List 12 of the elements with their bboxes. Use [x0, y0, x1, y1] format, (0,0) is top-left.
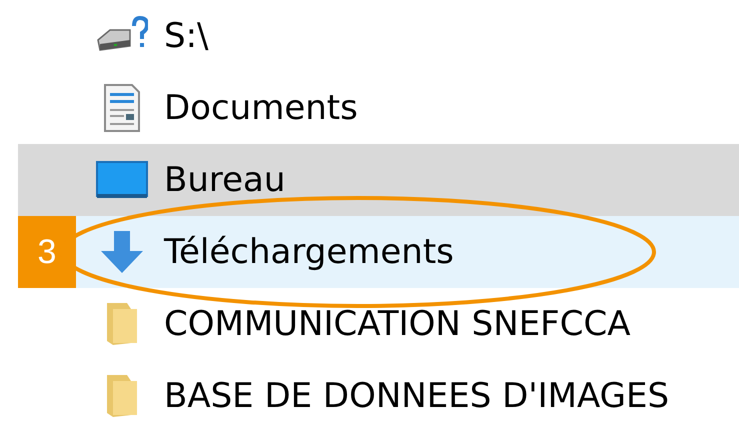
nav-item[interactable]: COMMUNICATION SNEFCCA [18, 288, 739, 360]
download-arrow-icon [99, 229, 145, 275]
nav-item[interactable]: Téléchargements [76, 216, 739, 288]
folder-icon [105, 373, 139, 419]
folder-icon [105, 301, 139, 347]
document-icon [102, 83, 142, 133]
step-number-badge: 3 [18, 216, 76, 288]
nav-item[interactable]: BASE DE DONNEES D'IMAGES [18, 360, 739, 432]
nav-item[interactable]: S:\ [18, 0, 739, 72]
desktop-icon [96, 161, 148, 199]
nav-item[interactable]: Documents [18, 72, 739, 144]
nav-item[interactable]: Bureau [18, 144, 739, 216]
